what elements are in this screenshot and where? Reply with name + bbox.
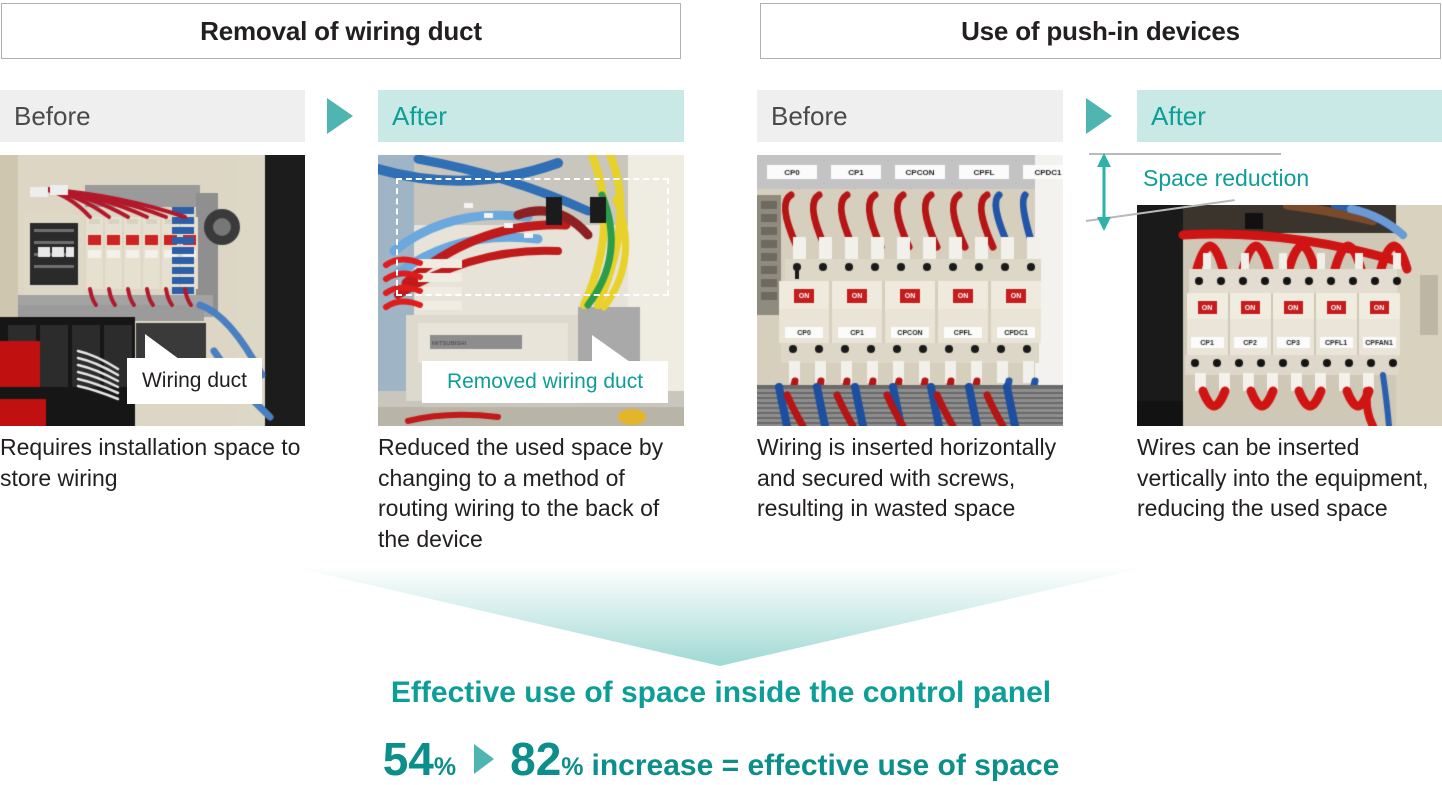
photo-after-push-in-terminals [1137,205,1442,426]
callout-label-wiring-duct: Wiring duct [141,369,248,392]
band-before-section1: Before [0,90,305,142]
section-title-use-of-push-in-devices: Use of push-in devices [961,15,1240,46]
callout-label-removed-wiring-duct: Removed wiring duct [446,370,644,393]
callout-wiring-duct: Wiring duct [127,334,262,404]
arrow-right-icon-section1 [327,98,353,134]
space-reduction-label: Space reduction [1143,165,1310,191]
section-title-removal-of-wiring-duct: Removal of wiring duct [200,15,482,46]
band-after-section2: After [1137,90,1442,142]
conclusion-metrics-row: 54 % 82 % increase = effective use of sp… [0,736,1442,782]
band-label-before-1: Before [14,101,91,131]
callout-tail-icon [145,334,179,359]
callout-tail-icon [592,335,630,362]
band-before-section2: Before [757,90,1063,142]
arrow-right-icon-section2 [1086,98,1112,134]
space-reduction-top-guide-line [1089,153,1281,155]
band-label-before-2: Before [771,101,848,131]
callout-removed-wiring-duct: Removed wiring duct [422,335,668,403]
highlight-dashed-rectangle [396,178,669,296]
band-label-after-2: After [1151,101,1206,131]
section-header-left: Removal of wiring duct [1,3,681,59]
photo-before-screw-terminals [757,155,1063,426]
caption-after-section2: Wires can be inserted vertically into th… [1137,434,1429,522]
caption-after-section1: Reduced the used space by changing to a … [378,434,664,552]
conclusion-title: Effective use of space inside the contro… [390,676,1052,709]
band-label-after-1: After [392,101,447,131]
arrow-right-icon-conclusion [474,744,495,774]
double-arrow-vertical-icon [1097,153,1111,231]
funnel-arrow-down-icon [288,566,1152,666]
band-after-section1: After [378,90,684,142]
metric-to-value: 82 [510,733,562,785]
metric-from-unit: % [433,753,457,781]
section-headers: Removal of wiring duct Use of push-in de… [0,0,1442,62]
caption-before-section1: Requires installation space to store wir… [0,434,301,491]
metric-from-value: 54 [382,733,434,785]
caption-before-section2: Wiring is inserted horizontally and secu… [757,434,1057,522]
conclusion-tail-text: increase = effective use of space [591,749,1060,782]
metric-to-unit: % [561,753,584,781]
section-header-right: Use of push-in devices [760,3,1441,59]
